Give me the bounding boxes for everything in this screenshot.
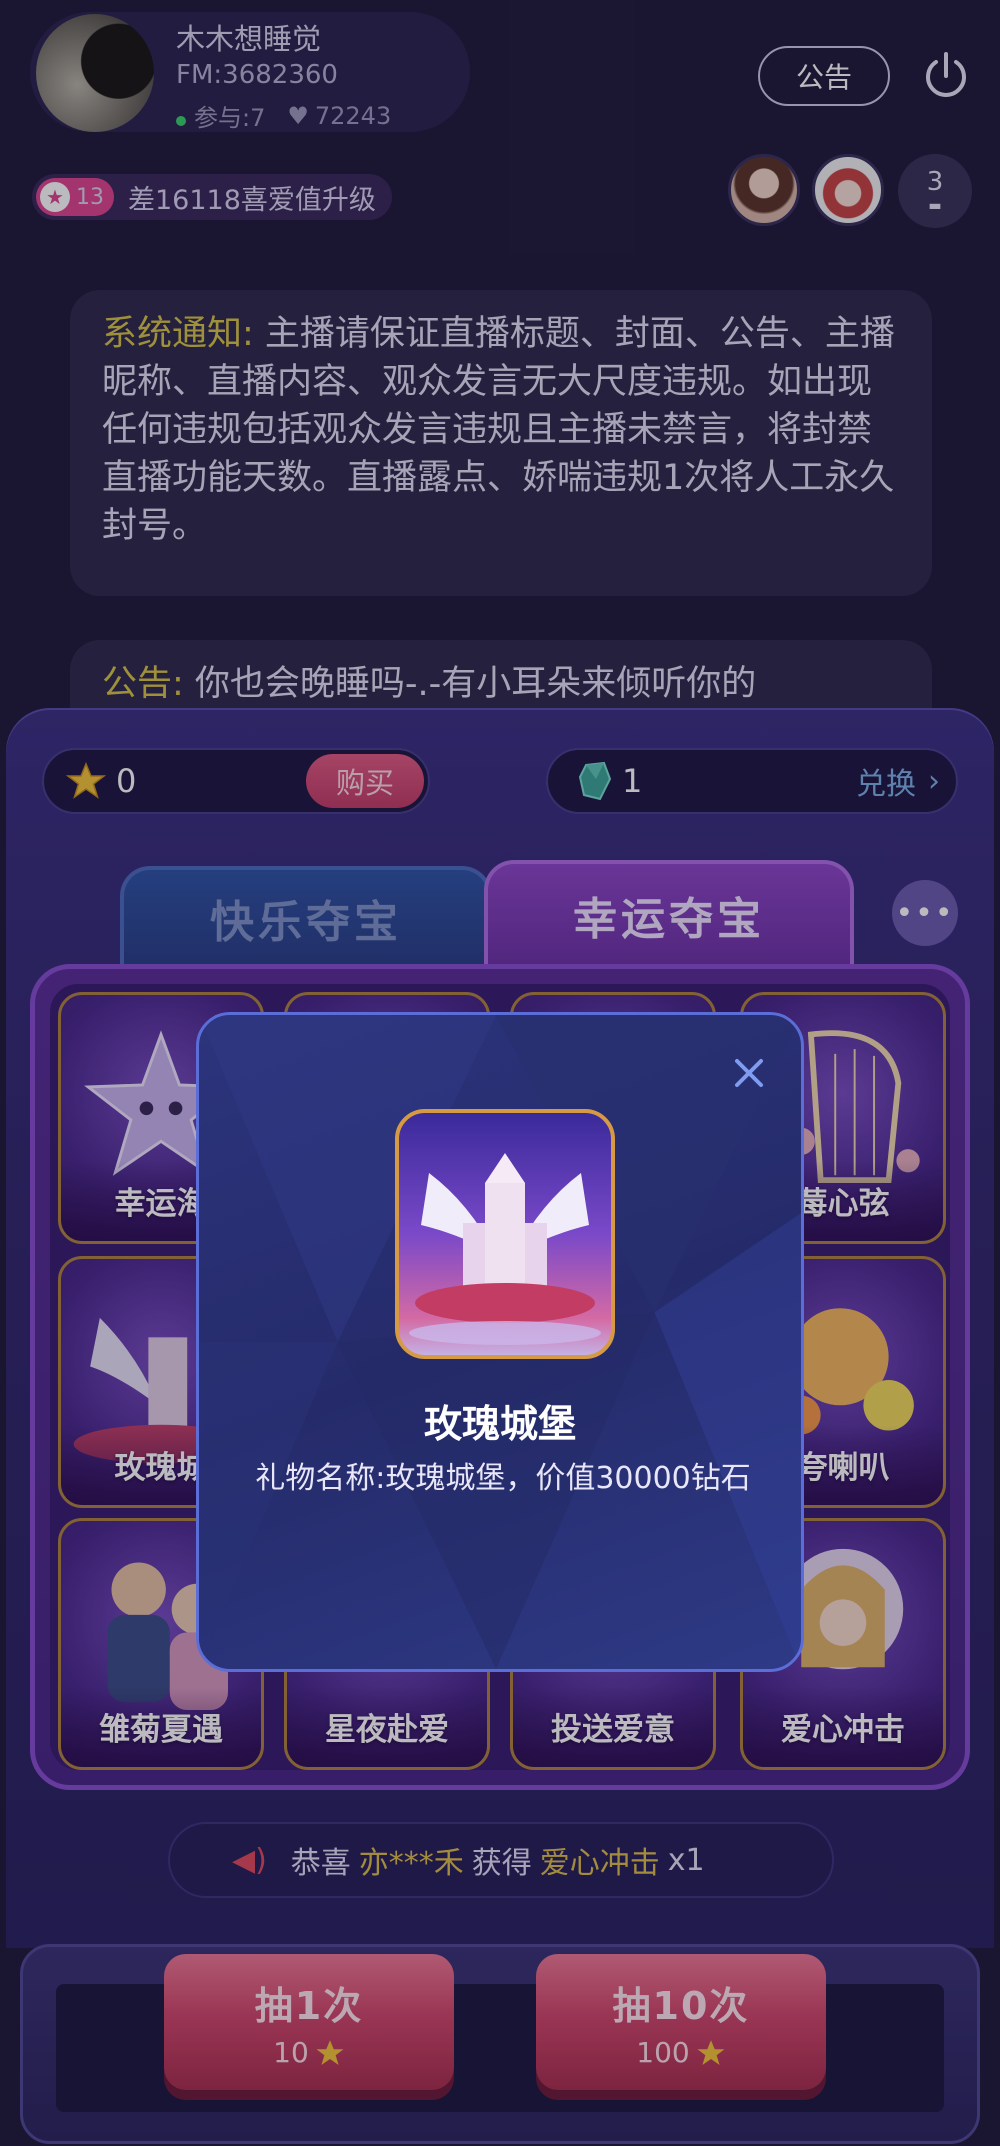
rose-castle-icon	[409, 1153, 601, 1345]
gift-image	[395, 1109, 615, 1359]
gift-detail-modal: 玫瑰城堡 礼物名称:玫瑰城堡，价值30000钻石	[196, 1012, 804, 1672]
close-icon[interactable]	[727, 1051, 771, 1095]
gift-name: 玫瑰城堡	[423, 1402, 576, 1446]
gift-description: 礼物名称:玫瑰城堡，价值30000钻石	[255, 1461, 751, 1496]
